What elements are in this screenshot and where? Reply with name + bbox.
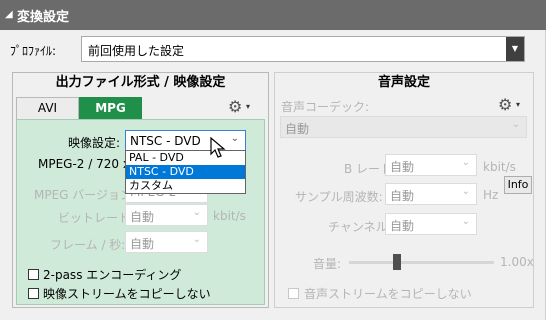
gear-icon[interactable]: ⚙: [228, 97, 242, 116]
video-bitrate-select[interactable]: 自動 ⌄: [125, 204, 208, 226]
video-bitrate-value: 自動: [130, 210, 155, 224]
video-setting-dropdown-list[interactable]: PAL - DVD NTSC - DVD カスタム: [125, 150, 246, 194]
samplerate-unit: Hz: [483, 188, 499, 202]
framerate-label: フレーム / 秒:: [50, 238, 126, 252]
chevron-down-icon: ⌄: [192, 207, 201, 218]
video-bitrate-label: ビットレート:: [58, 211, 135, 225]
chevron-down-icon: ⌄: [192, 234, 201, 245]
framerate-value: 自動: [130, 237, 155, 251]
channel-label: チャンネル:: [328, 220, 392, 234]
volume-label: 音量:: [313, 257, 342, 271]
audio-bitrate-select[interactable]: 自動 ⌄: [385, 154, 477, 176]
audio-bitrate-unit: kbit/s: [483, 160, 516, 174]
twopass-checkbox[interactable]: [28, 269, 39, 280]
profile-select[interactable]: 前回使用した設定 ▼: [81, 36, 525, 62]
video-setting-select[interactable]: NTSC - DVD ⌄: [125, 130, 246, 152]
video-nocopy-checkbox[interactable]: [28, 288, 39, 299]
tab-mpg[interactable]: MPG: [79, 97, 142, 119]
profile-value: 前回使用した設定: [88, 44, 185, 58]
volume-slider-thumb[interactable]: [393, 254, 401, 270]
video-setting-value: NTSC - DVD: [130, 134, 201, 148]
chevron-down-icon: ⌄: [461, 186, 470, 197]
volume-slider-track[interactable]: [349, 261, 494, 264]
collapse-triangle-icon[interactable]: ◢: [5, 9, 13, 20]
twopass-label: 2-pass エンコーディング: [43, 268, 182, 282]
chevron-down-icon: ⌄: [511, 119, 520, 130]
mpeg-version-label: MPEG バージョン:: [34, 188, 137, 202]
output-format-heading: 出力ファイル形式 / 映像設定: [55, 75, 226, 90]
audio-nocopy-checkbox[interactable]: [288, 288, 299, 299]
audio-codec-value: 自動: [285, 122, 310, 136]
audio-settings-heading: 音声設定: [377, 75, 430, 90]
channel-select[interactable]: 自動 ⌄: [385, 213, 477, 235]
audio-codec-select[interactable]: 自動 ⌄: [280, 116, 527, 138]
samplerate-select[interactable]: 自動 ⌄: [385, 183, 477, 205]
audio-codec-label: 音声コーデック:: [281, 100, 370, 114]
channel-value: 自動: [390, 219, 415, 233]
chevron-down-icon: ⌄: [461, 216, 470, 227]
mouse-cursor-icon: [210, 137, 226, 158]
section-header[interactable]: ◢ 変換設定: [0, 0, 546, 30]
section-title: 変換設定: [17, 10, 70, 25]
video-nocopy-label: 映像ストリームをコピーしない: [43, 287, 211, 301]
video-bitrate-unit: kbit/s: [213, 209, 246, 223]
chevron-down-icon: ⌄: [230, 133, 239, 144]
profile-label: ﾌﾟﾛﾌｧｲﾙ:: [10, 44, 57, 58]
framerate-select[interactable]: 自動 ⌄: [125, 231, 208, 253]
tab-avi[interactable]: AVI: [16, 97, 79, 119]
info-button[interactable]: Info: [504, 176, 532, 194]
audio-gear-menu-arrow-icon[interactable]: ▾: [516, 100, 520, 109]
audio-nocopy-label: 音声ストリームをコピーしない: [304, 287, 472, 301]
audio-gear-icon[interactable]: ⚙: [498, 95, 512, 114]
samplerate-value: 自動: [390, 189, 415, 203]
profile-dropdown-button[interactable]: ▼: [506, 37, 524, 61]
chevron-down-icon: ⌄: [461, 157, 470, 168]
video-setting-label: 映像設定:: [68, 136, 121, 150]
volume-value: 1.00x: [500, 255, 534, 269]
dropdown-option-pal[interactable]: PAL - DVD: [126, 151, 245, 165]
audio-bitrate-value: 自動: [390, 160, 415, 174]
dropdown-option-ntsc[interactable]: NTSC - DVD: [126, 165, 245, 179]
dropdown-option-custom[interactable]: カスタム: [126, 179, 245, 193]
samplerate-label: サンプル周波数:: [295, 190, 383, 204]
gear-menu-arrow-icon[interactable]: ▾: [246, 102, 250, 111]
